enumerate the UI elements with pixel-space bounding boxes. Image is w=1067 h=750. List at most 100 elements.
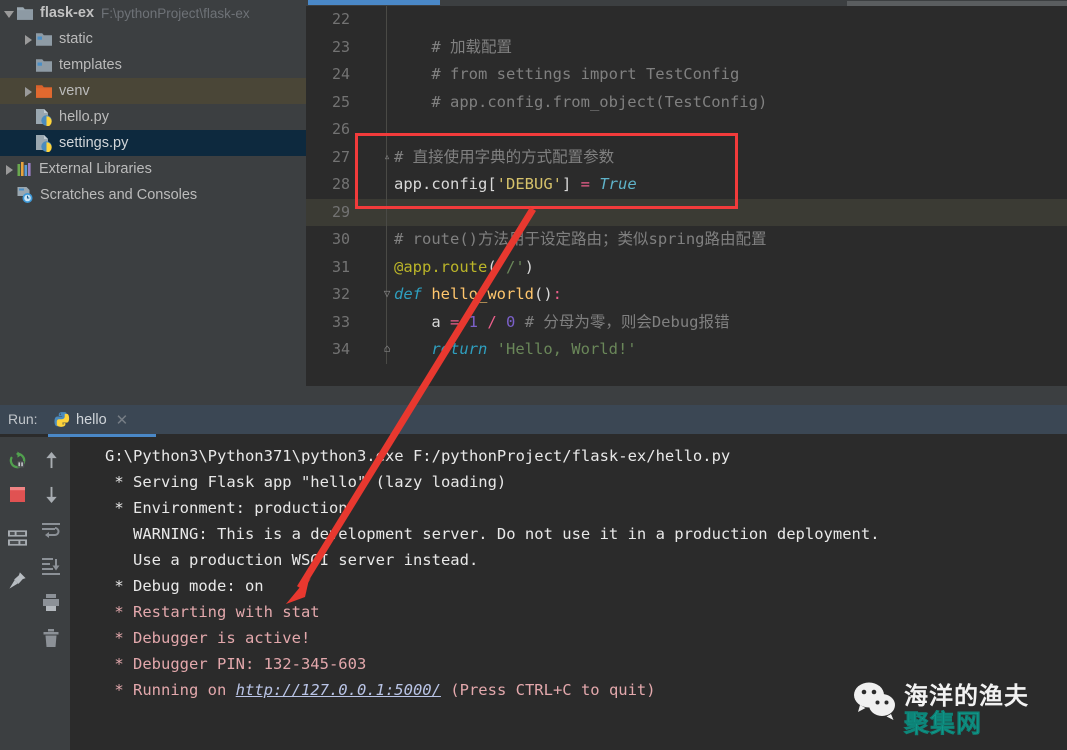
watermark-text: 海洋的渔夫 聚集网	[904, 683, 1029, 738]
code-line[interactable]: 29	[306, 198, 1067, 226]
code-line[interactable]: 24 # from settings import TestConfig	[306, 61, 1067, 89]
code-token: )	[524, 257, 535, 276]
code-token: /	[478, 312, 507, 331]
active-tab-underline	[308, 0, 440, 5]
pin-button[interactable]	[0, 563, 34, 597]
code-text: def hello_world():	[394, 281, 562, 309]
code-line[interactable]: 33 a = 1 / 0 # 分母为零，则会Debug报错	[306, 308, 1067, 336]
gutter-divider	[386, 88, 387, 116]
code-line[interactable]: 26	[306, 116, 1067, 144]
expander-right-icon[interactable]	[22, 33, 35, 46]
code-line[interactable]: 28 app.config['DEBUG'] = True	[306, 171, 1067, 199]
wechat-icon	[854, 682, 895, 720]
scroll-to-end-button[interactable]	[34, 549, 68, 583]
scratches-icon-wrap	[16, 186, 40, 204]
line-number: 29	[331, 202, 350, 221]
console-line-text: * Debugger is active!	[105, 629, 311, 647]
scroll-up-button[interactable]	[34, 443, 68, 477]
code-token: # from settings import TestConfig	[394, 65, 740, 83]
libraries-icon	[17, 161, 31, 176]
tree-item-templates[interactable]: templates	[0, 52, 306, 78]
code-token: hello_world	[431, 285, 534, 303]
rerun-button[interactable]	[0, 443, 34, 477]
down-arrow-icon	[45, 486, 57, 503]
scroll-down-button[interactable]	[34, 477, 68, 511]
python-file-icon	[54, 412, 70, 427]
code-lines-container[interactable]: 22 23 # 加载配置 24 # from settings import Tes…	[306, 6, 1067, 386]
python-file-icon	[36, 135, 52, 152]
server-url-link[interactable]: http://127.0.0.1:5000/	[236, 681, 441, 699]
code-text: # route()方法用于设定路由；类似spring路由配置	[394, 226, 766, 254]
code-line[interactable]: 34 ⌂ return 'Hello, World!'	[306, 336, 1067, 364]
code-fold-marker[interactable]: ▽	[380, 287, 394, 302]
code-editor-panel: 22 23 # 加载配置 24 # from settings import Tes…	[306, 0, 1067, 405]
tree-item-label: External Libraries	[39, 161, 152, 177]
code-fold-marker[interactable]: ⌂	[380, 342, 394, 357]
line-number: 22	[331, 10, 350, 28]
tree-item-flask-ex[interactable]: flask-ex F:\pythonProject\flask-ex	[0, 0, 306, 26]
expander-down-icon[interactable]	[3, 7, 16, 20]
code-token: =	[571, 175, 600, 193]
run-label: Run:	[8, 411, 38, 427]
code-token: 'DEBUG'	[496, 175, 562, 193]
run-tab-hello[interactable]: hello ✕	[48, 405, 134, 434]
code-line[interactable]: 25 # app.config.from_object(TestConfig)	[306, 88, 1067, 117]
tree-item-settings-py[interactable]: settings.py	[0, 130, 306, 156]
tree-item-scratches-and-consoles[interactable]: Scratches and Consoles	[0, 182, 306, 208]
tree-item-external-libraries[interactable]: External Libraries	[0, 156, 306, 182]
up-arrow-icon	[45, 451, 57, 468]
tree-item-label: flask-ex	[40, 5, 95, 21]
code-line[interactable]: 30 # route()方法用于设定路由；类似spring路由配置	[306, 226, 1067, 254]
code-text: return 'Hello, World!'	[394, 336, 636, 364]
console-icon	[7, 530, 27, 546]
tree-item-static[interactable]: static	[0, 26, 306, 52]
watermark-line-1: 海洋的渔夫	[904, 683, 1029, 710]
tree-item-path: F:\pythonProject\flask-ex	[101, 5, 250, 21]
gutter-divider	[386, 198, 387, 226]
clear-all-button[interactable]	[34, 621, 68, 655]
python-file-icon	[36, 109, 52, 126]
console-line: * Debugger PIN: 132-345-603	[70, 651, 1067, 677]
line-number: 28	[331, 175, 350, 193]
console-line-text: Use a production WSGI server instead.	[105, 551, 479, 569]
soft-wrap-button[interactable]	[34, 513, 68, 547]
libraries-icon-wrap	[16, 161, 39, 178]
code-text: # app.config.from_object(TestConfig)	[394, 89, 767, 117]
expander-right-icon[interactable]	[22, 85, 35, 98]
code-token: a	[394, 312, 441, 331]
tree-item-label: venv	[59, 83, 90, 99]
code-line[interactable]: 23 # 加载配置	[306, 33, 1067, 61]
stop-button[interactable]	[0, 477, 34, 511]
console-line-text: G:\Python3\Python371\python3.exe F:/pyth…	[105, 447, 731, 465]
folder-icon	[17, 6, 33, 20]
line-number: 32	[331, 285, 350, 303]
line-number: 24	[331, 65, 350, 83]
stop-icon	[9, 486, 25, 502]
close-icon[interactable]: ✕	[116, 411, 129, 429]
line-number: 23	[331, 37, 350, 56]
line-number: 34	[331, 340, 350, 358]
code-line[interactable]: 31 @app.route('/')	[306, 253, 1067, 281]
show-console-button[interactable]	[0, 521, 34, 555]
code-line[interactable]: 27 ▵ # 直接使用字典的方式配置参数	[306, 143, 1067, 171]
code-line[interactable]: 32 ▽ def hello_world():	[306, 281, 1067, 309]
code-token: True	[599, 175, 637, 193]
code-text: # from settings import TestConfig	[394, 61, 739, 89]
tree-item-venv[interactable]: venv	[0, 78, 306, 104]
expander-right-icon[interactable]	[3, 163, 16, 176]
code-token: (	[487, 257, 497, 276]
tree-item-label: Scratches and Consoles	[40, 187, 198, 203]
tree-item-hello-py[interactable]: hello.py	[0, 104, 306, 130]
print-button[interactable]	[34, 585, 68, 619]
line-number: 30	[331, 230, 350, 248]
code-line[interactable]: 22	[306, 6, 1067, 34]
tree-item-label: hello.py	[59, 109, 109, 125]
code-fold-marker[interactable]: ▵	[380, 150, 394, 165]
console-line: WARNING: This is a development server. D…	[70, 521, 1067, 547]
code-token: # 直接使用字典的方式配置参数	[394, 147, 615, 166]
console-line-text: * Restarting with stat	[105, 603, 320, 621]
gutter-divider	[386, 253, 387, 281]
code-token: =	[440, 312, 469, 331]
console-line-text: * Debug mode: on	[105, 577, 264, 595]
code-token: :	[552, 285, 562, 303]
